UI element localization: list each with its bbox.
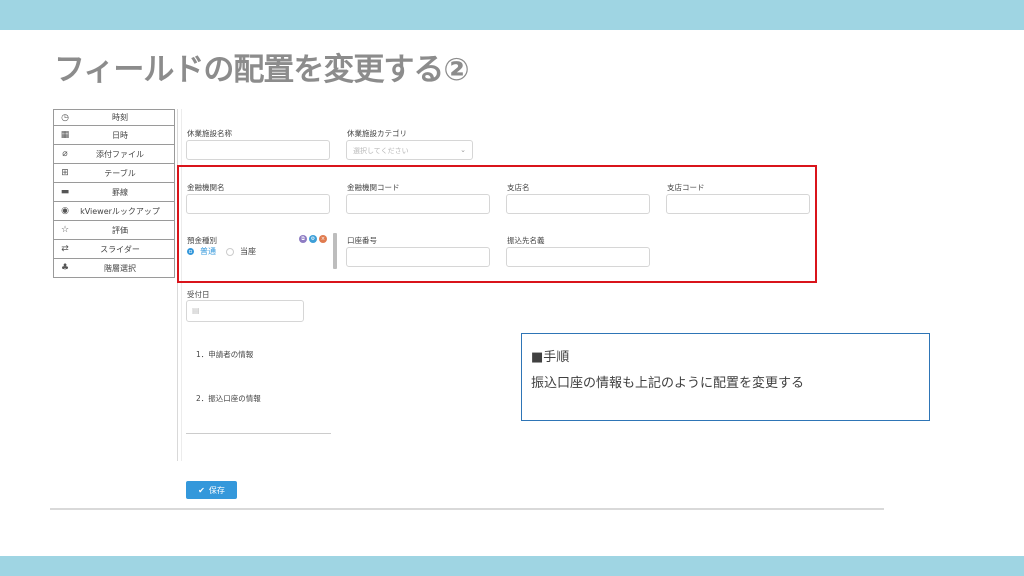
palette-item-label: スライダー [100, 244, 140, 254]
branch-code-label: 支店コード [667, 183, 705, 192]
palette-item-slider[interactable]: ⇄ スライダー [53, 240, 175, 259]
field-palette: ◷ 時刻 ▦ 日時 ⌀ 添付ファイル ⊞ テーブル ▬ 罫線 ◉ kViewer… [53, 109, 175, 278]
table-icon: ⊞ [61, 168, 69, 178]
chevron-down-icon: ⌄ [460, 146, 466, 154]
divider-icon: ▬ [60, 187, 70, 197]
field-action-icons: ⧉ ⚙ × [299, 235, 327, 243]
clock-icon: ◷ [61, 112, 69, 123]
facility-category-label: 休業施設カテゴリ [347, 129, 407, 138]
note-body: 振込口座の情報も上記のように配置を変更する [531, 376, 805, 391]
canvas-divider [181, 109, 182, 461]
star-icon: ☆ [60, 225, 70, 235]
bank-code-label: 金融機関コード [347, 183, 400, 192]
facility-name-input[interactable] [186, 140, 330, 160]
radio-option-selected[interactable]: 普通 [200, 246, 216, 257]
note-heading: ■手順 [531, 350, 570, 365]
radio-selected-icon[interactable] [187, 248, 194, 255]
select-placeholder: 選択してください [353, 147, 409, 155]
save-button[interactable]: ✔ 保存 [186, 481, 237, 499]
palette-item-hierarchy[interactable]: ♣ 階層選択 [53, 259, 175, 278]
calendar-clock-icon: ▦ [60, 130, 70, 140]
payee-name-label: 振込先名義 [507, 236, 545, 245]
drag-handle[interactable] [333, 233, 337, 269]
radio-option[interactable]: 当座 [240, 246, 256, 257]
bank-name-input[interactable] [186, 194, 330, 214]
palette-item-time[interactable]: ◷ 時刻 [53, 109, 175, 126]
bottom-band [0, 556, 1024, 576]
palette-item-attachment[interactable]: ⌀ 添付ファイル [53, 145, 175, 164]
bank-name-label: 金融機関名 [187, 183, 225, 192]
settings-icon[interactable]: ⚙ [309, 235, 317, 243]
section-heading: 2．振込口座の情報 [196, 394, 261, 403]
palette-item-label: 時刻 [112, 113, 128, 122]
highlight-box [177, 165, 817, 283]
palette-item-label: 添付ファイル [96, 149, 144, 159]
canvas-divider [177, 109, 178, 461]
receipt-date-label: 受付日 [187, 290, 210, 299]
palette-item-label: 日時 [112, 130, 128, 140]
palette-item-table[interactable]: ⊞ テーブル [53, 164, 175, 183]
payee-name-input[interactable] [506, 247, 650, 267]
branch-name-input[interactable] [506, 194, 650, 214]
branch-name-label: 支店名 [507, 183, 530, 192]
horizontal-rule [50, 508, 884, 510]
facility-category-select[interactable]: 選択してください ⌄ [346, 140, 473, 160]
calendar-icon: ▤ [192, 306, 200, 315]
account-number-input[interactable] [346, 247, 490, 267]
check-icon: ✔ [198, 485, 205, 495]
section-heading: 1．申請者の情報 [196, 350, 254, 359]
account-type-radio-group: 普通 当座 [187, 246, 256, 257]
eye-icon: ◉ [61, 206, 69, 216]
palette-item-divider[interactable]: ▬ 罫線 [53, 183, 175, 202]
branch-code-input[interactable] [666, 194, 810, 214]
instruction-note: ■手順 振込口座の情報も上記のように配置を変更する [521, 333, 930, 421]
palette-item-rating[interactable]: ☆ 評価 [53, 221, 175, 240]
copy-icon[interactable]: ⧉ [299, 235, 307, 243]
receipt-date-input[interactable]: ▤ [186, 300, 304, 322]
delete-icon[interactable]: × [319, 235, 327, 243]
bank-code-input[interactable] [346, 194, 490, 214]
save-label: 保存 [208, 485, 225, 495]
radio-unselected-icon[interactable] [226, 247, 234, 256]
palette-item-label: 階層選択 [104, 263, 136, 273]
slide-title: フィールドの配置を変更する② [54, 52, 470, 88]
palette-item-label: 評価 [112, 225, 128, 235]
account-type-label: 預金種別 [187, 236, 217, 245]
palette-item-datetime[interactable]: ▦ 日時 [53, 126, 175, 145]
palette-item-label: kViewerルックアップ [80, 206, 160, 216]
palette-item-kviewer-lookup[interactable]: ◉ kViewerルックアップ [53, 202, 175, 221]
top-band [0, 0, 1024, 30]
arrows-icon: ⇄ [61, 244, 69, 254]
paperclip-icon: ⌀ [62, 149, 68, 159]
hierarchy-icon: ♣ [60, 263, 70, 273]
section-divider [186, 433, 331, 434]
account-number-label: 口座番号 [347, 236, 377, 245]
palette-item-label: 罫線 [112, 187, 128, 197]
facility-name-label: 休業施設名称 [187, 129, 232, 138]
palette-item-label: テーブル [104, 168, 136, 178]
